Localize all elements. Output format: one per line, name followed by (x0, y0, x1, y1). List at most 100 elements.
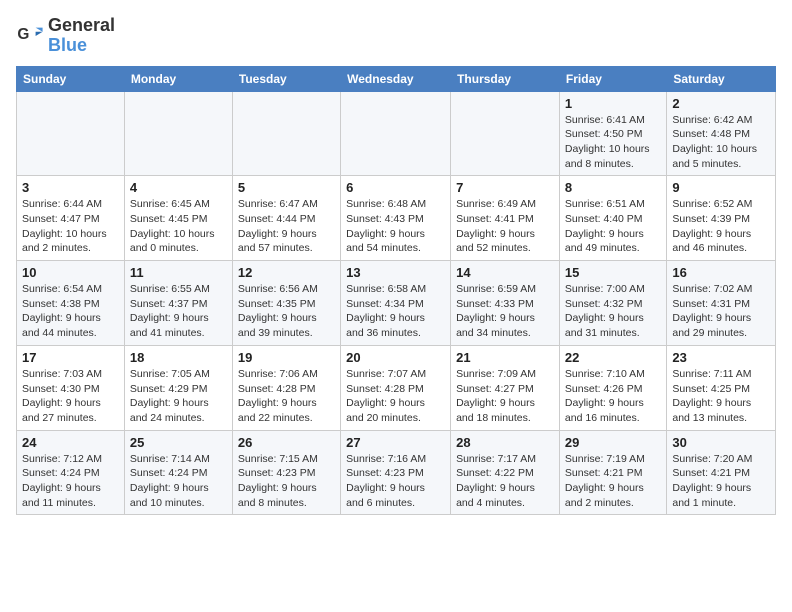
day-number: 2 (672, 96, 770, 111)
day-info: Sunrise: 6:44 AM Sunset: 4:47 PM Dayligh… (22, 197, 119, 256)
day-info: Sunrise: 6:51 AM Sunset: 4:40 PM Dayligh… (565, 197, 661, 256)
day-info: Sunrise: 6:42 AM Sunset: 4:48 PM Dayligh… (672, 113, 770, 172)
day-info: Sunrise: 6:49 AM Sunset: 4:41 PM Dayligh… (456, 197, 554, 256)
calendar-cell: 5 Sunrise: 6:47 AM Sunset: 4:44 PM Daylig… (232, 176, 340, 261)
calendar-cell: 10Sunrise: 6:54 AM Sunset: 4:38 PM Dayli… (17, 261, 125, 346)
day-info: Sunrise: 7:03 AM Sunset: 4:30 PM Dayligh… (22, 367, 119, 426)
day-info: Sunrise: 6:58 AM Sunset: 4:34 PM Dayligh… (346, 282, 445, 341)
calendar-week-row: 24Sunrise: 7:12 AM Sunset: 4:24 PM Dayli… (17, 430, 776, 515)
calendar-cell: 28Sunrise: 7:17 AM Sunset: 4:22 PM Dayli… (451, 430, 560, 515)
day-number: 19 (238, 350, 335, 365)
weekday-header: Monday (124, 66, 232, 91)
day-number: 25 (130, 435, 227, 450)
day-info: Sunrise: 7:09 AM Sunset: 4:27 PM Dayligh… (456, 367, 554, 426)
day-number: 13 (346, 265, 445, 280)
calendar-week-row: 3 Sunrise: 6:44 AM Sunset: 4:47 PM Daylig… (17, 176, 776, 261)
logo: G General Blue (16, 16, 115, 56)
weekday-header: Friday (559, 66, 666, 91)
calendar-cell: 17 Sunrise: 7:03 AM Sunset: 4:30 PM Dayli… (17, 345, 125, 430)
day-info: Sunrise: 7:11 AM Sunset: 4:25 PM Dayligh… (672, 367, 770, 426)
day-number: 11 (130, 265, 227, 280)
day-info: Sunrise: 7:17 AM Sunset: 4:22 PM Dayligh… (456, 452, 554, 511)
day-info: Sunrise: 6:54 AM Sunset: 4:38 PM Dayligh… (22, 282, 119, 341)
day-info: Sunrise: 7:07 AM Sunset: 4:28 PM Dayligh… (346, 367, 445, 426)
day-info: Sunrise: 6:45 AM Sunset: 4:45 PM Dayligh… (130, 197, 227, 256)
day-info: Sunrise: 6:47 AM Sunset: 4:44 PM Dayligh… (238, 197, 335, 256)
calendar: SundayMondayTuesdayWednesdayThursdayFrid… (16, 66, 776, 516)
day-number: 15 (565, 265, 661, 280)
day-number: 6 (346, 180, 445, 195)
day-info: Sunrise: 7:05 AM Sunset: 4:29 PM Dayligh… (130, 367, 227, 426)
calendar-cell: 3 Sunrise: 6:44 AM Sunset: 4:47 PM Daylig… (17, 176, 125, 261)
calendar-cell: 15Sunrise: 7:00 AM Sunset: 4:32 PM Dayli… (559, 261, 666, 346)
day-number: 27 (346, 435, 445, 450)
calendar-cell: 6 Sunrise: 6:48 AM Sunset: 4:43 PM Daylig… (341, 176, 451, 261)
calendar-cell: 4 Sunrise: 6:45 AM Sunset: 4:45 PM Daylig… (124, 176, 232, 261)
calendar-cell: 30Sunrise: 7:20 AM Sunset: 4:21 PM Dayli… (667, 430, 776, 515)
weekday-header: Sunday (17, 66, 125, 91)
calendar-cell: 9 Sunrise: 6:52 AM Sunset: 4:39 PM Daylig… (667, 176, 776, 261)
day-number: 29 (565, 435, 661, 450)
day-info: Sunrise: 6:56 AM Sunset: 4:35 PM Dayligh… (238, 282, 335, 341)
calendar-week-row: 1Sunrise: 6:41 AM Sunset: 4:50 PM Daylig… (17, 91, 776, 176)
day-info: Sunrise: 7:16 AM Sunset: 4:23 PM Dayligh… (346, 452, 445, 511)
calendar-cell (124, 91, 232, 176)
day-number: 14 (456, 265, 554, 280)
day-number: 21 (456, 350, 554, 365)
calendar-cell: 7 Sunrise: 6:49 AM Sunset: 4:41 PM Daylig… (451, 176, 560, 261)
day-number: 26 (238, 435, 335, 450)
calendar-cell: 1Sunrise: 6:41 AM Sunset: 4:50 PM Daylig… (559, 91, 666, 176)
calendar-cell: 23 Sunrise: 7:11 AM Sunset: 4:25 PM Dayli… (667, 345, 776, 430)
weekday-header: Tuesday (232, 66, 340, 91)
day-number: 7 (456, 180, 554, 195)
day-number: 1 (565, 96, 661, 111)
day-number: 5 (238, 180, 335, 195)
day-number: 30 (672, 435, 770, 450)
calendar-cell (341, 91, 451, 176)
calendar-cell: 12 Sunrise: 6:56 AM Sunset: 4:35 PM Dayli… (232, 261, 340, 346)
day-number: 9 (672, 180, 770, 195)
day-info: Sunrise: 7:12 AM Sunset: 4:24 PM Dayligh… (22, 452, 119, 511)
day-number: 22 (565, 350, 661, 365)
calendar-cell: 13 Sunrise: 6:58 AM Sunset: 4:34 PM Dayli… (341, 261, 451, 346)
calendar-cell: 14 Sunrise: 6:59 AM Sunset: 4:33 PM Dayli… (451, 261, 560, 346)
calendar-cell: 16 Sunrise: 7:02 AM Sunset: 4:31 PM Dayli… (667, 261, 776, 346)
weekday-header: Thursday (451, 66, 560, 91)
weekday-header: Saturday (667, 66, 776, 91)
day-number: 12 (238, 265, 335, 280)
day-info: Sunrise: 7:02 AM Sunset: 4:31 PM Dayligh… (672, 282, 770, 341)
day-number: 23 (672, 350, 770, 365)
day-number: 4 (130, 180, 227, 195)
logo-line1: General (48, 16, 115, 36)
day-info: Sunrise: 7:19 AM Sunset: 4:21 PM Dayligh… (565, 452, 661, 511)
day-info: Sunrise: 7:15 AM Sunset: 4:23 PM Dayligh… (238, 452, 335, 511)
logo-icon: G (16, 22, 44, 50)
calendar-cell (451, 91, 560, 176)
calendar-cell: 25 Sunrise: 7:14 AM Sunset: 4:24 PM Dayli… (124, 430, 232, 515)
day-info: Sunrise: 6:55 AM Sunset: 4:37 PM Dayligh… (130, 282, 227, 341)
svg-text:G: G (17, 26, 29, 43)
day-info: Sunrise: 6:52 AM Sunset: 4:39 PM Dayligh… (672, 197, 770, 256)
day-info: Sunrise: 6:48 AM Sunset: 4:43 PM Dayligh… (346, 197, 445, 256)
page-header: G General Blue (16, 16, 776, 56)
day-number: 17 (22, 350, 119, 365)
day-number: 20 (346, 350, 445, 365)
calendar-header-row: SundayMondayTuesdayWednesdayThursdayFrid… (17, 66, 776, 91)
day-info: Sunrise: 7:14 AM Sunset: 4:24 PM Dayligh… (130, 452, 227, 511)
day-info: Sunrise: 7:06 AM Sunset: 4:28 PM Dayligh… (238, 367, 335, 426)
calendar-cell: 20 Sunrise: 7:07 AM Sunset: 4:28 PM Dayli… (341, 345, 451, 430)
day-info: Sunrise: 6:59 AM Sunset: 4:33 PM Dayligh… (456, 282, 554, 341)
calendar-cell: 24Sunrise: 7:12 AM Sunset: 4:24 PM Dayli… (17, 430, 125, 515)
calendar-cell: 22Sunrise: 7:10 AM Sunset: 4:26 PM Dayli… (559, 345, 666, 430)
weekday-header: Wednesday (341, 66, 451, 91)
calendar-cell: 11 Sunrise: 6:55 AM Sunset: 4:37 PM Dayli… (124, 261, 232, 346)
logo-line2: Blue (48, 36, 115, 56)
day-number: 3 (22, 180, 119, 195)
calendar-cell (232, 91, 340, 176)
calendar-cell (17, 91, 125, 176)
calendar-week-row: 17 Sunrise: 7:03 AM Sunset: 4:30 PM Dayli… (17, 345, 776, 430)
calendar-cell: 29 Sunrise: 7:19 AM Sunset: 4:21 PM Dayli… (559, 430, 666, 515)
day-number: 16 (672, 265, 770, 280)
calendar-cell: 2 Sunrise: 6:42 AM Sunset: 4:48 PM Daylig… (667, 91, 776, 176)
calendar-cell: 27 Sunrise: 7:16 AM Sunset: 4:23 PM Dayli… (341, 430, 451, 515)
